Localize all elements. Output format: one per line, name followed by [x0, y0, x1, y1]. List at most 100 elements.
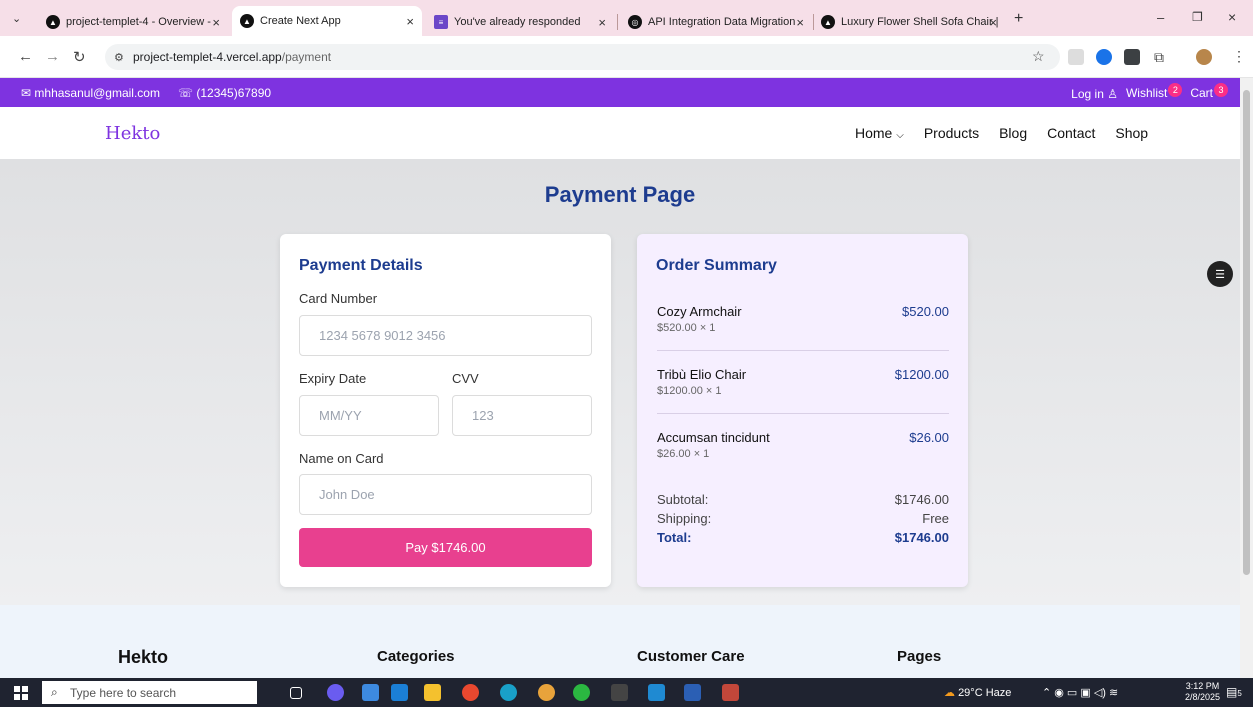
whatsapp-icon[interactable] [573, 684, 590, 701]
expiry-date-input[interactable]: MM/YY [299, 395, 439, 436]
site-logo[interactable]: Hekto [105, 123, 160, 144]
browser-tab-strip: ⌄ ▲ project-templet-4 - Overview - × ▲ C… [0, 0, 1253, 36]
weather-widget[interactable]: ☁ 29°C Haze [944, 686, 1011, 699]
phone-icon: ☏ [177, 86, 193, 100]
footer-customer-care-heading: Customer Care [637, 648, 745, 665]
mail-icon: ✉ [21, 86, 32, 100]
name-on-card-input[interactable]: John Doe [299, 474, 592, 515]
nav-contact[interactable]: Contact [1047, 125, 1095, 141]
store-icon[interactable] [362, 684, 379, 701]
minimize-icon[interactable]: – [1157, 10, 1164, 25]
nav-blog[interactable]: Blog [999, 125, 1027, 141]
tab-forms[interactable]: ≡ You've already responded × [426, 8, 614, 36]
extension-icon[interactable] [1124, 49, 1140, 65]
close-icon[interactable]: × [406, 14, 414, 29]
forward-icon[interactable]: → [45, 48, 60, 65]
system-tray-icons[interactable]: ⌃ ◉ ▭ ▣ ◁) ≋ [1042, 686, 1118, 699]
item-price: $1200.00 [894, 367, 949, 382]
task-view-icon[interactable] [290, 687, 302, 699]
payment-main: Payment Page Payment Details Card Number… [0, 159, 1240, 605]
divider [657, 350, 949, 351]
close-icon[interactable]: × [598, 15, 606, 30]
login-link[interactable]: Log in ♙ [1071, 87, 1118, 101]
name-on-card-label: Name on Card [299, 451, 384, 466]
item-price: $26.00 [909, 430, 949, 445]
more-menu-icon[interactable]: ⋮ [1232, 48, 1246, 65]
forms-icon: ≡ [434, 15, 448, 29]
tab-api-integration[interactable]: ◎ API Integration Data Migration × [620, 8, 812, 36]
close-icon[interactable]: × [989, 15, 997, 30]
vscode-icon[interactable] [648, 684, 665, 701]
cvv-label: CVV [452, 371, 479, 386]
taskbar-search-input[interactable]: ⌕ Type here to search [42, 681, 257, 704]
extension-icon[interactable] [1068, 49, 1084, 65]
outlook-icon[interactable] [391, 684, 408, 701]
order-item: Tribù Elio Chair $1200.00 × 1 $1200.00 [657, 367, 949, 397]
site-header: Hekto Home ⌵ Products Blog Contact Shop [0, 107, 1240, 159]
expiry-date-label: Expiry Date [299, 371, 367, 386]
weather-icon: ☁ [944, 687, 955, 699]
total-row: Total: $1746.00 [657, 530, 949, 545]
chevron-down-icon: ⌵ [896, 130, 904, 141]
window-close-icon[interactable]: × [1228, 9, 1236, 25]
chrome-profile-icon[interactable] [538, 684, 555, 701]
taskbar-clock[interactable]: 3:12 PM 2/8/2025 [1185, 681, 1220, 703]
tab-divider [617, 14, 618, 30]
chrome-icon[interactable] [462, 684, 479, 701]
cart-link[interactable]: Cart 3 [1190, 83, 1228, 101]
item-quantity: $26.00 × 1 [657, 448, 710, 460]
edge-icon[interactable] [500, 684, 517, 701]
footer-categories-heading: Categories [377, 648, 455, 665]
reload-icon[interactable]: ↻ [73, 48, 86, 66]
address-bar: ← → ↻ ⚙ project-templet-4.vercel.app/pay… [0, 36, 1253, 78]
restore-icon[interactable]: ❐ [1192, 10, 1203, 24]
order-summary-card: Order Summary Cozy Armchair $520.00 × 1 … [637, 234, 968, 587]
new-tab-button[interactable]: + [1014, 10, 1023, 28]
site-info-icon[interactable]: ⚙ [114, 51, 124, 64]
extension-icon[interactable] [1096, 49, 1112, 65]
order-summary-heading: Order Summary [656, 257, 777, 274]
copilot-icon[interactable] [327, 684, 344, 701]
tab-luxury-sofa[interactable]: ▲ Luxury Flower Shell Sofa Chair | × [813, 8, 1005, 36]
cart-count-badge: 3 [1214, 83, 1228, 97]
scrollbar-thumb[interactable] [1243, 90, 1250, 575]
tab-search-icon[interactable]: ⌄ [12, 12, 21, 25]
floating-menu-button[interactable]: ☰ [1207, 261, 1233, 287]
site-top-bar: ✉ mhhasanul@gmail.com ☏ (12345)67890 Log… [0, 78, 1240, 107]
footer-pages-heading: Pages [897, 648, 942, 665]
windows-start-icon[interactable] [14, 686, 28, 700]
word-icon[interactable] [684, 684, 701, 701]
payment-details-card: Payment Details Card Number 1234 5678 90… [280, 234, 611, 587]
nav-home[interactable]: Home ⌵ [855, 125, 904, 141]
app-icon[interactable] [722, 684, 739, 701]
file-explorer-icon[interactable] [424, 684, 441, 701]
notification-icon[interactable]: ▤5 [1226, 685, 1242, 699]
tab-create-next-app[interactable]: ▲ Create Next App × [232, 6, 422, 36]
profile-avatar[interactable] [1196, 49, 1212, 65]
card-number-input[interactable]: 1234 5678 9012 3456 [299, 315, 592, 356]
email-info: ✉ mhhasanul@gmail.com [21, 86, 160, 100]
phone-info: ☏ (12345)67890 [177, 86, 272, 100]
chatgpt-icon: ◎ [628, 15, 642, 29]
main-nav: Home ⌵ Products Blog Contact Shop [855, 125, 1148, 141]
close-icon[interactable]: × [212, 15, 220, 30]
puzzle-icon[interactable]: ⧉ [1154, 49, 1170, 65]
wishlist-count-badge: 2 [1168, 83, 1183, 97]
subtotal-row: Subtotal: $1746.00 [657, 492, 949, 507]
url-input[interactable]: ⚙ project-templet-4.vercel.app/payment [105, 44, 1060, 70]
wishlist-link[interactable]: Wishlist 2 [1126, 83, 1183, 101]
cvv-input[interactable]: 123 [452, 395, 592, 436]
card-number-label: Card Number [299, 291, 378, 306]
page-scrollbar[interactable] [1240, 78, 1253, 678]
tab-overview[interactable]: ▲ project-templet-4 - Overview - × [38, 8, 228, 36]
nav-products[interactable]: Products [924, 125, 979, 141]
pay-button[interactable]: Pay $1746.00 [299, 528, 592, 567]
close-icon[interactable]: × [796, 15, 804, 30]
search-icon: ⌕ [51, 685, 58, 699]
vercel-icon: ▲ [240, 14, 254, 28]
windows-taskbar: ⌕ Type here to search ☁ 29°C Haze ⌃ ◉ ▭ … [0, 678, 1253, 707]
nav-shop[interactable]: Shop [1115, 125, 1148, 141]
back-icon[interactable]: ← [18, 48, 33, 65]
bookmark-star-icon[interactable]: ☆ [1032, 48, 1045, 65]
terminal-icon[interactable] [611, 684, 628, 701]
